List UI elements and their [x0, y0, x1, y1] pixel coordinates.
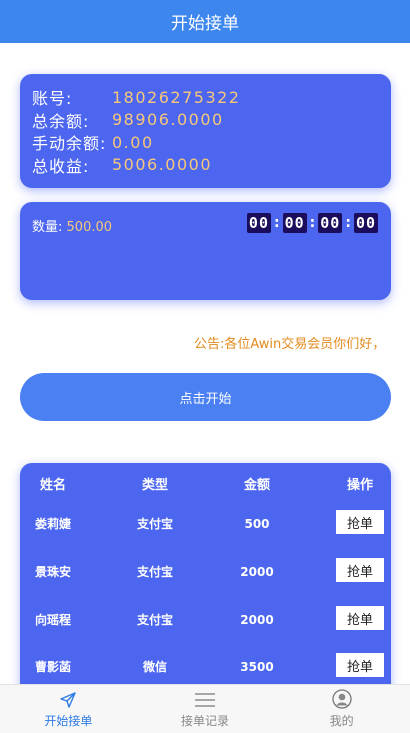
tab-label: 接单记录 [181, 714, 230, 728]
amount-label: 数量: [32, 220, 63, 235]
header-amount: 金额 [243, 478, 271, 493]
account-row: 账号: 18026275322 [32, 86, 379, 109]
table-row: 景珠安 支付宝 2000 抢单 [20, 558, 391, 584]
timer-separator: : [345, 215, 351, 231]
cell-type: 支付宝 [136, 613, 174, 627]
tab-order-records[interactable]: 接单记录 [137, 685, 274, 733]
manual-balance-label: 手动余额: [32, 134, 107, 154]
timer-separator: : [273, 215, 280, 231]
total-earnings-value: 5006.0000 [112, 155, 213, 175]
timer-minutes: 00 [318, 213, 343, 233]
tab-start-orders[interactable]: 开始接单 [0, 685, 137, 733]
timer-days: 00 [246, 213, 271, 233]
cell-amount: 3500 [240, 660, 274, 674]
header-bar: 开始接单 [0, 0, 410, 43]
amount-text: 数量: 500.00 [32, 216, 112, 235]
cell-name: 景珠安 [34, 565, 72, 579]
cell-amount: 2000 [240, 565, 274, 579]
notice-text: 公告:各位Awin交易会员你们好， [194, 337, 380, 352]
total-balance-row: 总余额: 98906.0000 [32, 109, 379, 132]
amount-value: 500.00 [66, 220, 113, 235]
account-card: 账号: 18026275322 总余额: 98906.0000 手动余额: 0.… [20, 74, 391, 188]
header-name: 姓名 [39, 478, 67, 493]
timer-separator: : [309, 215, 316, 231]
timer-hours: 00 [282, 213, 307, 233]
account-label: 账号: [32, 89, 73, 109]
amount-card: 数量: 500.00 00 : 00 : 00 : 00 [20, 202, 391, 300]
table-header: 姓名 类型 金额 操作 [20, 477, 391, 495]
list-icon [195, 693, 215, 707]
start-button[interactable]: 点击开始 [20, 373, 391, 421]
countdown-timer: 00 : 00 : 00 : 00 [246, 213, 378, 233]
tab-mine[interactable]: 我的 [273, 685, 410, 733]
header-action: 操作 [346, 478, 374, 493]
total-earnings-row: 总收益: 5006.0000 [32, 154, 379, 177]
table-row: 娄莉婕 支付宝 500 抢单 [20, 510, 391, 536]
user-icon [332, 689, 352, 709]
total-balance-value: 98906.0000 [112, 110, 224, 130]
page-title: 开始接单 [171, 14, 239, 34]
table-row: 曹影菡 微信 3500 抢单 [20, 653, 391, 679]
grab-order-button[interactable]: 抢单 [336, 558, 384, 582]
bottom-tab-bar: 开始接单 接单记录 我的 [0, 684, 410, 733]
account-value: 18026275322 [112, 87, 241, 107]
cell-type: 支付宝 [136, 565, 174, 579]
cell-amount: 500 [244, 517, 270, 531]
cell-name: 向瑶程 [34, 613, 72, 627]
cell-name: 娄莉婕 [34, 517, 72, 531]
tab-label: 我的 [329, 714, 354, 728]
grab-order-button[interactable]: 抢单 [336, 510, 384, 534]
manual-balance-value: 0.00 [112, 132, 154, 152]
grab-order-button[interactable]: 抢单 [336, 606, 384, 630]
cell-type: 微信 [142, 660, 168, 674]
timer-seconds: 00 [353, 213, 378, 233]
send-icon [60, 692, 77, 708]
cell-type: 支付宝 [136, 517, 174, 531]
tab-label: 开始接单 [44, 714, 93, 728]
grab-order-button[interactable]: 抢单 [336, 653, 384, 677]
total-earnings-label: 总收益: [32, 156, 90, 176]
header-type: 类型 [141, 478, 169, 493]
cell-name: 曹影菡 [34, 660, 72, 674]
manual-balance-row: 手动余额: 0.00 [32, 131, 379, 154]
orders-table: 姓名 类型 金额 操作 娄莉婕 支付宝 500 抢单 景珠安 支付宝 2000 … [20, 463, 391, 703]
table-row: 向瑶程 支付宝 2000 抢单 [20, 606, 391, 632]
cell-amount: 2000 [240, 613, 274, 627]
total-balance-label: 总余额: [32, 111, 90, 131]
notice-marquee: 公告:各位Awin交易会员你们好， [194, 333, 380, 353]
